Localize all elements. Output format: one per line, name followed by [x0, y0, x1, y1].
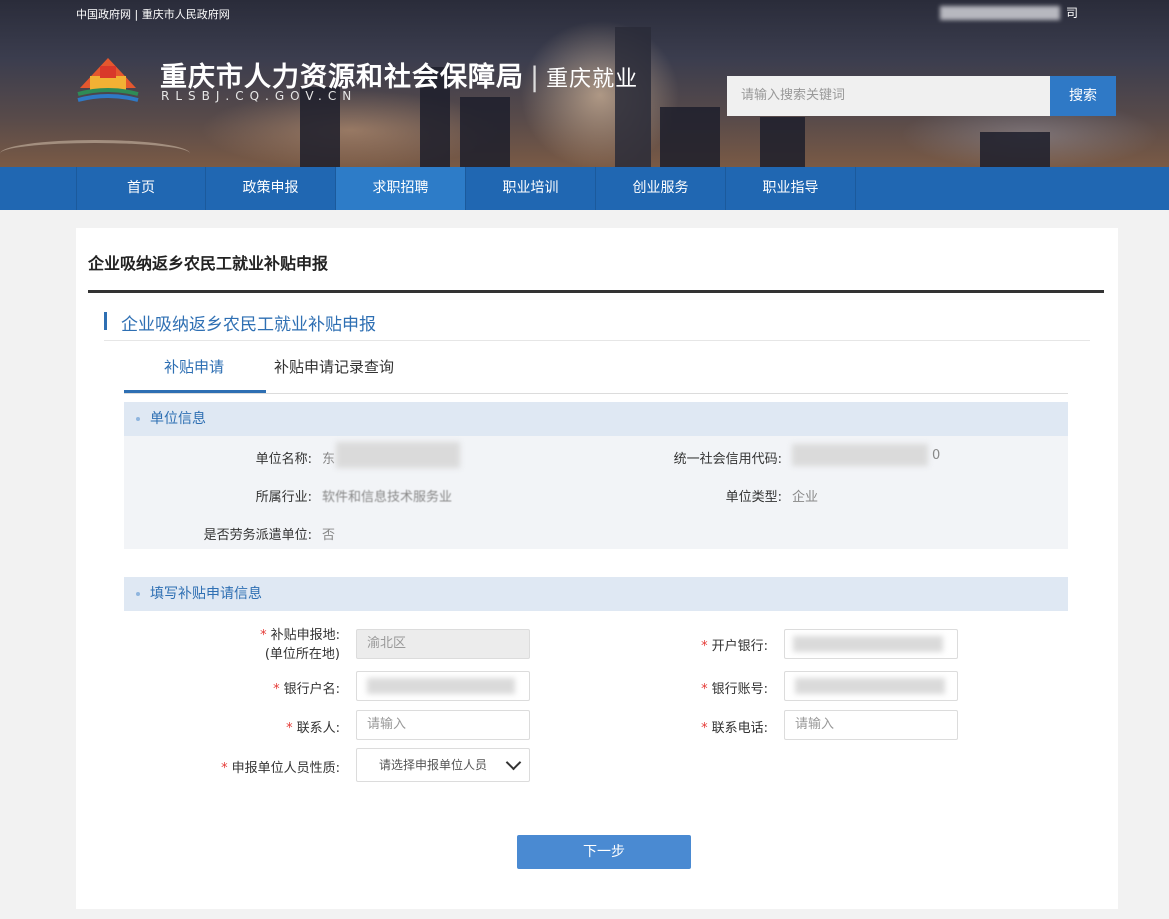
search-input[interactable]: 请输入搜索关键词 — [727, 76, 1050, 116]
required-mark: * — [286, 721, 293, 736]
required-mark: * — [701, 639, 708, 654]
nav-item-training[interactable]: 职业培训 — [466, 167, 596, 210]
skyline-building — [660, 107, 720, 167]
dispatch-label: 是否劳务派遣单位: — [203, 528, 312, 543]
search-button[interactable]: 搜索 — [1050, 76, 1116, 116]
active-tab-indicator — [124, 390, 266, 393]
bank-value-mask — [793, 636, 943, 652]
title-separator: | — [530, 62, 541, 93]
nav-items: 首页 政策申报 求职招聘 职业培训 创业服务 职业指导 — [76, 167, 856, 210]
bullet-icon — [136, 417, 140, 421]
location-label-text: 补贴申报地: — [270, 628, 340, 643]
site-header: 中国政府网 | 重庆市人民政府网 司 重庆市人力资源和社会保障局 | 重庆就业 RL… — [0, 0, 1169, 167]
location-label-sub: (单位所在地) — [264, 647, 340, 662]
credit-code-label: 统一社会信用代码: — [673, 452, 782, 467]
tab-bar: 补贴申请 补贴申请记录查询 — [124, 350, 1068, 394]
account-number-label: * 银行账号: — [701, 678, 768, 697]
unit-name-label: 单位名称: — [255, 452, 312, 467]
unit-name-mask — [336, 442, 460, 468]
account-name-label: * 银行户名: — [273, 678, 340, 697]
account-number-label-text: 银行账号: — [711, 682, 768, 697]
dispatch-value: 否 — [322, 528, 336, 543]
nav-item-policy[interactable]: 政策申报 — [206, 167, 336, 210]
phone-label: * 联系电话: — [701, 717, 768, 736]
site-logo-icon — [77, 58, 139, 102]
tab-records[interactable]: 补贴申请记录查询 — [274, 350, 394, 393]
form-heading: 填写补贴申请信息 — [150, 586, 262, 602]
main-nav: 首页 政策申报 求职招聘 职业培训 创业服务 职业指导 — [0, 167, 1169, 210]
unit-type-label: 单位类型: — [725, 490, 782, 505]
account-number-mask — [795, 678, 945, 694]
personnel-label: * 申报单位人员性质: — [221, 757, 340, 776]
bank-field[interactable] — [784, 629, 958, 659]
top-links[interactable]: 中国政府网 | 重庆市人民政府网 — [76, 6, 230, 22]
skyline-building — [760, 117, 805, 167]
personnel-select-value: 请选择申报单位人员 — [379, 758, 488, 772]
required-mark: * — [701, 682, 708, 697]
nav-item-startup[interactable]: 创业服务 — [596, 167, 726, 210]
main-card: 企业吸纳返乡农民工就业补贴申报 企业吸纳返乡农民工就业补贴申报 补贴申请 补贴申… — [76, 228, 1118, 909]
skyline-bridge — [0, 140, 190, 167]
personnel-select[interactable]: 请选择申报单位人员 — [356, 748, 530, 782]
unit-name-value: 东 — [322, 452, 336, 467]
unit-info-panel: 单位名称: 东 统一社会信用代码: 0 所属行业: 软件和信息技术服务业 单位类… — [124, 436, 1068, 549]
site-subtitle: 重庆就业 — [546, 67, 639, 92]
chevron-down-icon — [505, 754, 522, 771]
section-title: 企业吸纳返乡农民工就业补贴申报 — [104, 310, 376, 335]
page-title: 企业吸纳返乡农民工就业补贴申报 — [88, 254, 329, 273]
phone-label-text: 联系电话: — [711, 721, 768, 736]
site-domain: RLSBJ.CQ.GOV.CN — [161, 89, 358, 103]
account-name-label-text: 银行户名: — [283, 682, 340, 697]
credit-code-mask — [792, 444, 928, 466]
bank-label: * 开户银行: — [701, 635, 768, 654]
unit-info-heading: 单位信息 — [150, 411, 206, 427]
form-header: 填写补贴申请信息 — [124, 577, 1068, 611]
account-name-mask — [367, 678, 515, 694]
skyline-building — [615, 27, 651, 167]
required-mark: * — [221, 761, 228, 776]
skyline-building — [980, 132, 1050, 167]
user-info-masked — [940, 6, 1060, 20]
unit-type-value: 企业 — [792, 490, 819, 505]
contact-label-text: 联系人: — [296, 721, 340, 736]
industry-value: 软件和信息技术服务业 — [322, 490, 453, 505]
nav-item-guidance[interactable]: 职业指导 — [726, 167, 856, 210]
location-label: * 补贴申报地: (单位所在地) — [260, 626, 340, 664]
phone-input[interactable]: 请输入 — [784, 710, 958, 740]
tab-apply[interactable]: 补贴申请 — [164, 350, 224, 393]
nav-item-home[interactable]: 首页 — [76, 167, 206, 210]
skyline-building — [460, 97, 510, 167]
credit-code-value: 0 — [932, 448, 941, 463]
bullet-icon — [136, 592, 140, 596]
user-info-tail: 司 — [1066, 6, 1079, 20]
required-mark: * — [701, 721, 708, 736]
industry-label: 所属行业: — [255, 490, 312, 505]
section-divider — [104, 340, 1090, 341]
location-field: 渝北区 — [356, 629, 530, 659]
personnel-label-text: 申报单位人员性质: — [231, 761, 340, 776]
required-mark: * — [273, 682, 280, 697]
unit-info-header: 单位信息 — [124, 402, 1068, 436]
contact-label: * 联系人: — [286, 717, 340, 736]
contact-input[interactable]: 请输入 — [356, 710, 530, 740]
next-button[interactable]: 下一步 — [517, 835, 691, 869]
account-name-field[interactable] — [356, 671, 530, 701]
required-mark: * — [260, 628, 267, 643]
bank-label-text: 开户银行: — [711, 639, 768, 654]
section-title-text: 企业吸纳返乡农民工就业补贴申报 — [121, 315, 376, 335]
account-number-field[interactable] — [784, 671, 958, 701]
nav-item-jobs[interactable]: 求职招聘 — [336, 167, 466, 210]
title-divider — [88, 290, 1104, 293]
